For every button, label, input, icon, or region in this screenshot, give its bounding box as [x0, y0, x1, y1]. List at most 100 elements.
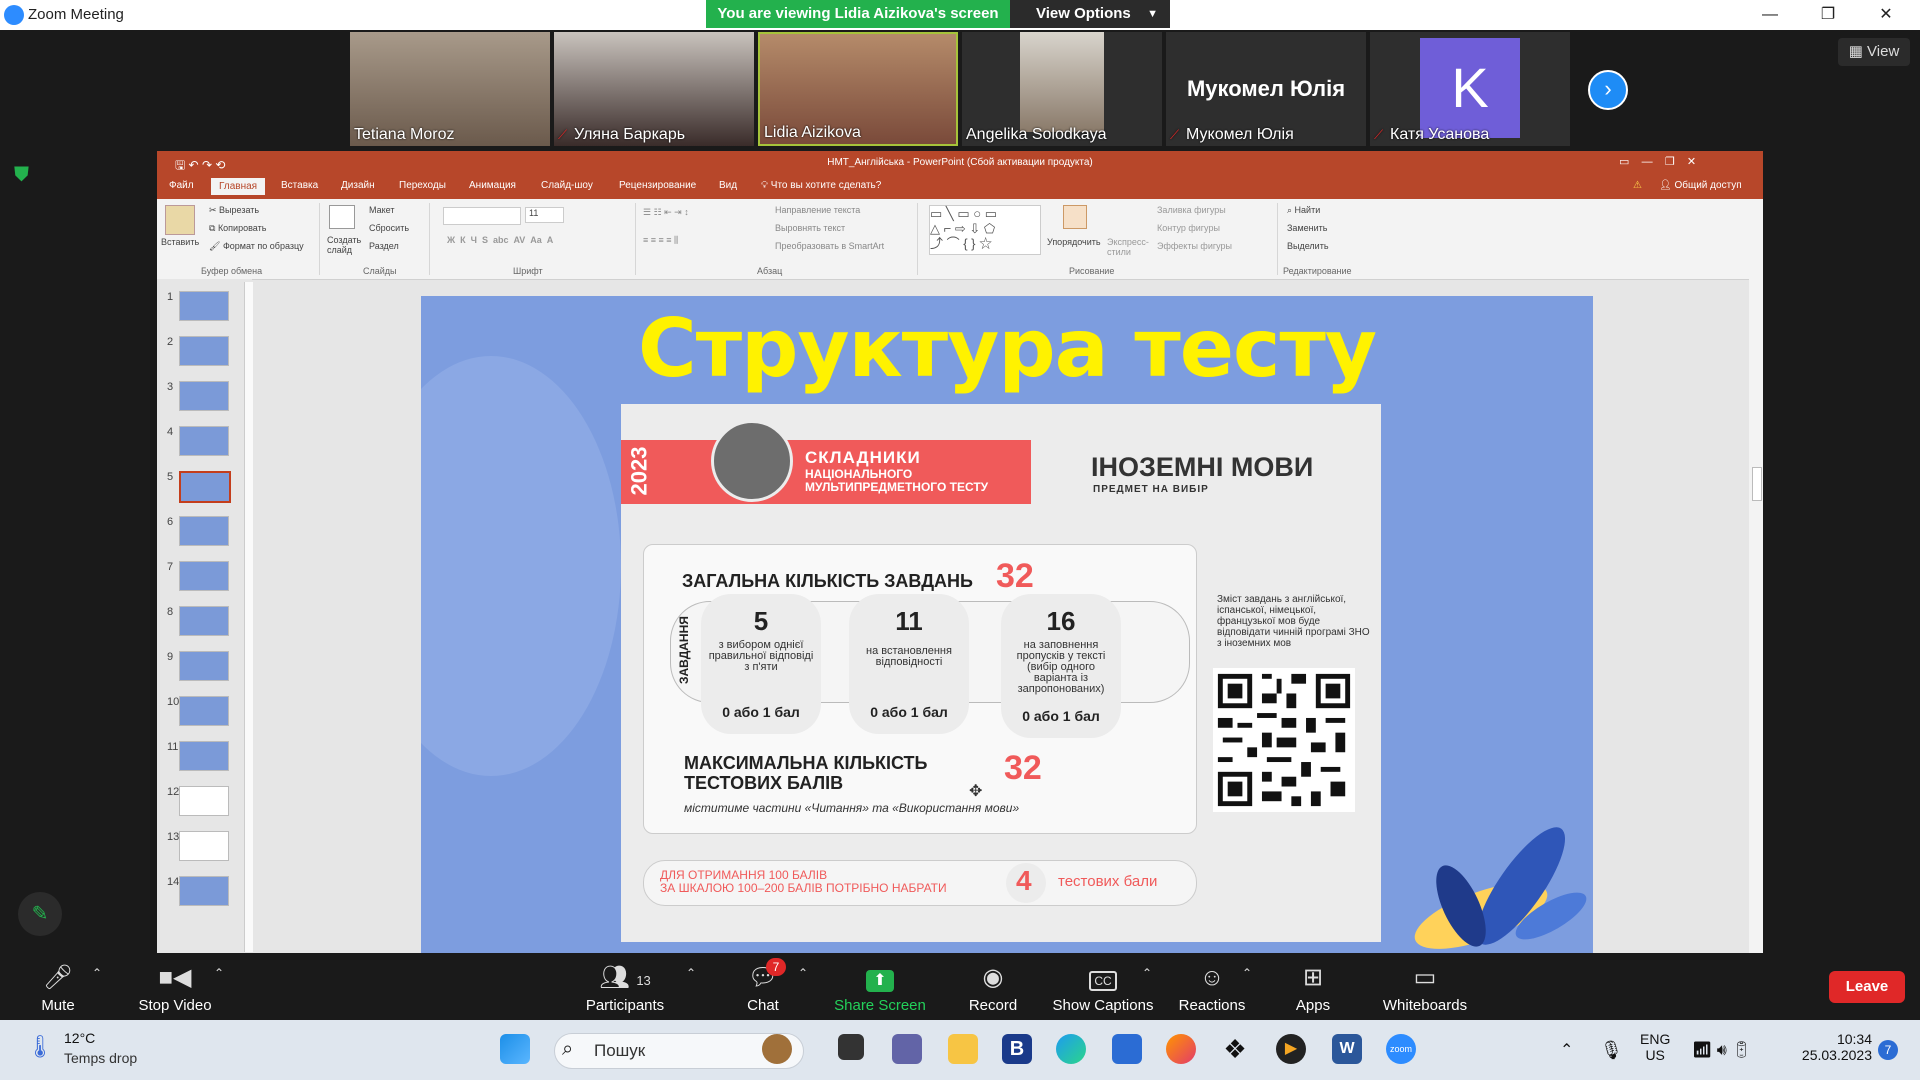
edge-icon[interactable] [1056, 1034, 1086, 1064]
wifi-volume-battery-icons[interactable]: 📶︎ 🔊︎ 🔋︎ [1692, 1040, 1752, 1060]
arrange-button[interactable]: Упорядочить [1047, 237, 1101, 247]
show-captions-button[interactable]: CC Show Captions [1050, 963, 1156, 1014]
video-tile-active-speaker[interactable]: Lidia Aizikova [758, 32, 958, 146]
slide-thumbnail[interactable] [179, 786, 229, 816]
shell-app-icon[interactable] [762, 1034, 792, 1064]
media-player-icon[interactable]: ▶ [1276, 1034, 1306, 1064]
next-page-button[interactable]: › [1588, 70, 1628, 110]
slide-thumbnail[interactable] [179, 741, 229, 771]
dropbox-icon[interactable]: ❖ [1220, 1034, 1250, 1064]
share-screen-button[interactable]: ⬆ Share Screen [830, 963, 930, 1014]
text-direction-button[interactable]: Направление текста [775, 205, 860, 215]
input-language[interactable]: ENG US [1640, 1031, 1670, 1063]
view-layout-button[interactable]: ▦ View [1838, 38, 1910, 66]
paste-button[interactable]: Вставить [161, 237, 199, 247]
copy-button[interactable]: ⧉ Копировать [209, 223, 266, 234]
apps-button[interactable]: ⊞ Apps [1290, 963, 1336, 1014]
cut-button[interactable]: ✂ Вырезать [209, 205, 259, 216]
video-tile[interactable]: Tetiana Moroz [350, 32, 550, 146]
tab-view[interactable]: Вид [719, 180, 737, 191]
align-text-button[interactable]: Выровнять текст [775, 223, 845, 233]
slide-thumbnail[interactable] [179, 471, 231, 503]
word-icon[interactable]: W [1332, 1034, 1362, 1064]
smartart-button[interactable]: Преобразовать в SmartArt [775, 241, 884, 251]
record-button[interactable]: ◉ Record [960, 963, 1026, 1014]
font-name-input[interactable] [443, 207, 521, 225]
warning-icon[interactable]: ⚠ [1633, 180, 1642, 191]
qr-code[interactable] [1213, 668, 1355, 812]
b-app-icon[interactable]: B [1002, 1034, 1032, 1064]
slide-thumbnail[interactable] [179, 831, 229, 861]
font-format-buttons[interactable]: Ж К Ч S abc AV Aa A [447, 235, 553, 245]
section-button[interactable]: Раздел [369, 241, 399, 251]
tab-insert[interactable]: Вставка [281, 180, 318, 191]
slide-thumbnail[interactable] [179, 606, 229, 636]
paste-icon[interactable] [165, 205, 195, 235]
thumbnail-scrollbar[interactable] [244, 282, 253, 952]
stop-video-button[interactable]: ■◀ Stop Video [130, 963, 220, 1014]
file-explorer-icon[interactable] [948, 1034, 978, 1064]
tell-me-search[interactable]: 💡︎ Что вы хотите сделать? [761, 180, 881, 191]
video-tile[interactable]: K ⟋ Катя Усанова [1370, 32, 1570, 146]
tab-slideshow[interactable]: Слайд-шоу [541, 180, 593, 191]
share-button[interactable]: 👤︎ Общий доступ [1659, 180, 1742, 191]
slide-thumbnail[interactable] [179, 516, 229, 546]
whiteboards-button[interactable]: ▭ Whiteboards [1378, 963, 1472, 1014]
weather-temp[interactable]: 12°C [64, 1030, 95, 1046]
tab-file[interactable]: Файл [169, 180, 194, 191]
format-painter-button[interactable]: 🖌︎ Формат по образцу [209, 241, 304, 252]
shape-outline-button[interactable]: Контур фигуры [1157, 223, 1220, 233]
tab-home[interactable]: Главная [211, 178, 266, 195]
align-buttons[interactable]: ≡ ≡ ≡ ≡ ⫼ [643, 235, 678, 246]
tab-design[interactable]: Дизайн [341, 180, 375, 191]
audio-options-caret[interactable]: ⌃ [92, 966, 102, 980]
weather-desc[interactable]: Temps drop [64, 1050, 137, 1066]
font-size-input[interactable]: 11 [525, 207, 564, 223]
select-button[interactable]: Выделить [1287, 241, 1329, 251]
slide-canvas[interactable]: Структура тесту 2023 СКЛАДНИКИ НАЦІОНАЛЬ… [421, 296, 1593, 953]
captions-options-caret[interactable]: ⌃ [1142, 966, 1152, 980]
clock[interactable]: 10:34 25.03.2023 [1792, 1031, 1872, 1063]
reset-button[interactable]: Сбросить [369, 223, 409, 233]
zoom-app-icon[interactable]: zoom [1386, 1034, 1416, 1064]
annotate-pencil-button[interactable]: ✎ [18, 892, 62, 936]
tray-mic-icon[interactable]: 🎙︎ [1600, 1040, 1623, 1061]
infographic-image[interactable]: 2023 СКЛАДНИКИ НАЦІОНАЛЬНОГО МУЛЬТИПРЕДМЕ… [621, 404, 1381, 942]
ppt-window-controls[interactable]: ▭ — ❐ ✕ [1619, 155, 1696, 168]
notification-badge[interactable]: 7 [1878, 1040, 1898, 1060]
slide-thumbnail[interactable] [179, 426, 229, 456]
arrange-icon[interactable] [1063, 205, 1087, 229]
tray-overflow-icon[interactable]: ⌃ [1560, 1040, 1573, 1060]
slide-thumbnail[interactable] [179, 876, 229, 906]
tab-animation[interactable]: Анимация [469, 180, 516, 191]
participants-options-caret[interactable]: ⌃ [686, 966, 696, 980]
start-windows-icon[interactable] [500, 1034, 530, 1064]
video-tile[interactable]: Мукомел Юлія ⟋ Мукомел Юлія [1166, 32, 1366, 146]
tab-transitions[interactable]: Переходы [399, 180, 446, 191]
slide-thumbnail[interactable] [179, 381, 229, 411]
new-slide-button[interactable]: Создать слайд [327, 235, 367, 255]
new-slide-icon[interactable] [329, 205, 355, 229]
store-icon[interactable] [1112, 1034, 1142, 1064]
slide-thumbnail[interactable] [179, 291, 229, 321]
slide-thumbnail[interactable] [179, 561, 229, 591]
list-buttons[interactable]: ☰ ☷ ⇤ ⇥ ↕ [643, 207, 689, 218]
shape-effects-button[interactable]: Эффекты фигуры [1157, 241, 1232, 251]
reactions-button[interactable]: ☺ Reactions [1172, 963, 1252, 1014]
teams-icon[interactable] [892, 1034, 922, 1064]
shape-fill-button[interactable]: Заливка фигуры [1157, 205, 1226, 215]
minimize-icon[interactable]: — [1750, 2, 1790, 28]
leave-button[interactable]: Leave [1829, 971, 1905, 1003]
layout-button[interactable]: Макет [369, 205, 394, 215]
scroll-thumb[interactable] [1752, 467, 1762, 501]
shapes-gallery[interactable]: ▭ ╲ ▭ ○ ▭ △ ⌐ ⇨ ⇩ ⬠ ⤴ ⌒ { } ☆ [929, 205, 1041, 255]
close-icon[interactable]: ✕ [1866, 2, 1906, 28]
shield-check-icon[interactable]: ⛊ [14, 164, 34, 186]
slide-thumbnail[interactable] [179, 651, 229, 681]
quick-styles-button[interactable]: Экспресс-стили [1107, 237, 1149, 257]
mute-button[interactable]: 🎤︎ Mute [28, 963, 88, 1014]
reactions-options-caret[interactable]: ⌃ [1242, 966, 1252, 980]
slide-title[interactable]: Структура тесту [421, 302, 1593, 395]
participants-button[interactable]: 👥︎ 13 Participants [580, 963, 670, 1014]
slide-thumbnail[interactable] [179, 336, 229, 366]
